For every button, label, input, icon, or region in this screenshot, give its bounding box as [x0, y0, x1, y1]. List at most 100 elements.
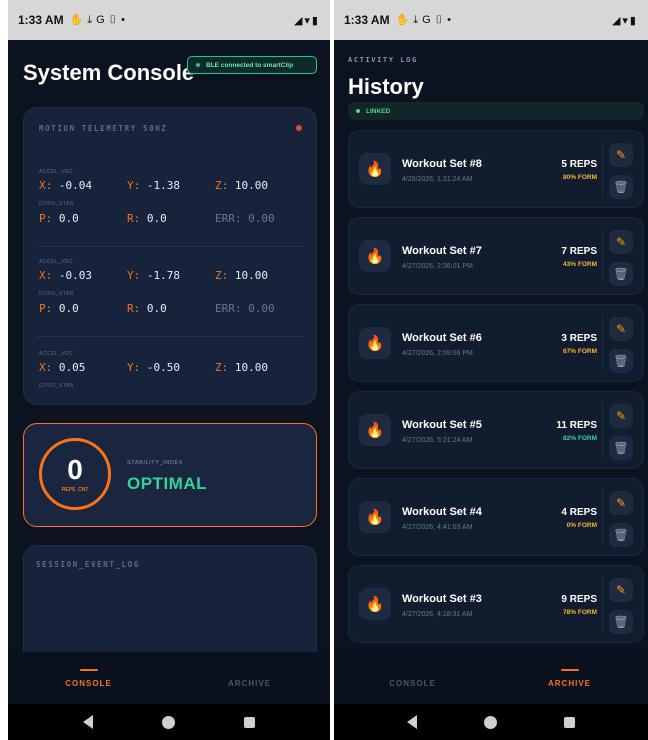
system-nav-bar	[8, 704, 330, 740]
reps-count: 0	[67, 453, 83, 485]
flame-icon: 🔥	[359, 414, 391, 446]
section-label: ACTIVITY LOG	[348, 56, 418, 64]
pencil-icon[interactable]: ✎	[609, 491, 633, 515]
workout-date: 4/27/2026, 4:18:31 AM	[402, 611, 473, 618]
bottom-tab-bar: CONSOLE ARCHIVE	[334, 652, 648, 704]
workout-name: Workout Set #4	[402, 506, 482, 518]
flame-icon: 🔥	[359, 240, 391, 272]
system-status-icons: ◢▾▮	[293, 14, 320, 27]
pencil-icon[interactable]: ✎	[609, 230, 633, 254]
trash-icon[interactable]: 🗑	[609, 436, 633, 460]
back-icon[interactable]	[407, 715, 418, 729]
workout-card[interactable]: 🔥 Workout Set #8 4/28/2026, 1:21:24 AM 5 RE…	[348, 130, 644, 208]
accel-label: ACCEL_VEC	[39, 169, 74, 175]
card-divider	[602, 402, 603, 458]
link-status-bar: LINKED	[348, 102, 644, 120]
card-divider	[602, 141, 603, 197]
gyro-p: P: 0.0	[39, 212, 79, 225]
workout-name: Workout Set #3	[402, 593, 482, 605]
stability-label: STABILITY_INDEX	[127, 460, 183, 466]
workout-date: 4/27/2026, 4:41:03 AM	[402, 524, 473, 531]
home-icon[interactable]	[483, 715, 497, 729]
ble-status-badge: BLE connected to smartClip	[187, 56, 317, 74]
tab-console[interactable]: CONSOLE	[334, 652, 491, 704]
flame-icon: 🔥	[359, 327, 391, 359]
tab-indicator	[560, 668, 579, 671]
workout-name: Workout Set #5	[402, 419, 482, 431]
recents-icon[interactable]	[244, 716, 256, 728]
pencil-icon[interactable]: ✎	[609, 578, 633, 602]
workout-card[interactable]: 🔥 Workout Set #7 4/27/2026, 2:36:01 PM 7 RE…	[348, 217, 644, 295]
telemetry-row: ACCEL_VEC X: -0.04 Y: -1.38 Z: 10.00 GYR…	[24, 166, 318, 246]
card-divider	[602, 576, 603, 632]
accel-z: Z: 10.00	[215, 361, 268, 374]
back-icon[interactable]	[82, 715, 93, 729]
tab-label: CONSOLE	[389, 678, 436, 688]
recents-icon[interactable]	[563, 716, 575, 728]
workout-card[interactable]: 🔥 Workout Set #5 4/27/2026, 5:21:24 AM 11 R…	[348, 391, 644, 469]
gyro-p: P: 0.0	[39, 302, 79, 315]
notification-icons: ✋⤓G▯•	[395, 14, 455, 26]
gyro-label: GYRO_STAB	[39, 383, 74, 389]
pencil-icon[interactable]: ✎	[609, 143, 633, 167]
workout-reps: 5 REPS	[561, 159, 597, 170]
workout-form: 82% FORM	[563, 435, 597, 442]
console-screen: 1:33 AM ✋⤓G▯• ◢▾▮ System Console BLE con…	[8, 0, 330, 740]
tab-label: ARCHIVE	[227, 678, 271, 688]
workout-reps: 3 REPS	[561, 333, 597, 344]
workout-date: 4/28/2026, 1:21:24 AM	[402, 176, 473, 183]
accel-z: Z: 10.00	[215, 179, 268, 192]
trash-icon[interactable]: 🗑	[609, 349, 633, 373]
status-bar: 1:33 AM ✋⤓G▯• ◢▾▮	[334, 0, 648, 40]
workout-name: Workout Set #6	[402, 332, 482, 344]
workout-date: 4/27/2026, 5:21:24 AM	[402, 437, 473, 444]
workout-card[interactable]: 🔥 Workout Set #6 4/27/2026, 2:09:06 PM 3 RE…	[348, 304, 644, 382]
tab-label: CONSOLE	[65, 678, 112, 688]
status-bar: 1:33 AM ✋⤓G▯• ◢▾▮	[8, 0, 330, 40]
workout-reps: 11 REPS	[556, 420, 597, 431]
history-screen: 1:33 AM ✋⤓G▯• ◢▾▮ ACTIVITY LOG History L…	[334, 0, 648, 740]
reps-label: REPS_CNT	[61, 486, 89, 493]
page-title: System Console	[23, 60, 195, 85]
workout-date: 4/27/2026, 2:36:01 PM	[402, 263, 473, 270]
gyro-label: GYRO_STAB	[39, 201, 74, 207]
status-time: 1:33 AM	[344, 13, 390, 27]
workout-reps: 9 REPS	[561, 594, 597, 605]
trash-icon[interactable]: 🗑	[609, 523, 633, 547]
flame-icon: 🔥	[359, 501, 391, 533]
pencil-icon[interactable]: ✎	[609, 404, 633, 428]
accel-z: Z: 10.00	[215, 269, 268, 282]
tab-indicator	[241, 669, 259, 671]
accel-y: Y: -1.78	[127, 269, 180, 282]
bottom-tab-bar: CONSOLE ARCHIVE	[8, 652, 330, 704]
row-divider	[36, 336, 304, 337]
trash-icon[interactable]: 🗑	[609, 262, 633, 286]
tab-archive[interactable]: ARCHIVE	[169, 652, 330, 704]
home-icon[interactable]	[161, 715, 175, 729]
tab-indicator	[404, 669, 422, 671]
trash-icon[interactable]: 🗑	[609, 175, 633, 199]
telemetry-heading: MOTION TELEMETRY 50HZ	[39, 124, 168, 133]
gyro-r: R: 0.0	[127, 302, 167, 315]
pencil-icon[interactable]: ✎	[609, 317, 633, 341]
reps-counter-ring: 0 REPS_CNT	[39, 438, 111, 510]
event-log-card: SESSION_EVENT_LOG	[23, 545, 317, 665]
gyro-err: ERR: 0.00	[215, 212, 275, 225]
card-divider	[602, 489, 603, 545]
workout-reps: 7 REPS	[561, 246, 597, 257]
workout-card[interactable]: 🔥 Workout Set #3 4/27/2026, 4:18:31 AM 9 RE…	[348, 565, 644, 643]
trash-icon[interactable]: 🗑	[609, 610, 633, 634]
tab-archive[interactable]: ARCHIVE	[491, 652, 648, 704]
connected-dot-icon	[196, 63, 200, 67]
accel-label: ACCEL_VEC	[39, 351, 74, 357]
notification-icons: ✋⤓G▯•	[69, 14, 129, 26]
accel-x: X: -0.03	[39, 269, 92, 282]
workout-date: 4/27/2026, 2:09:06 PM	[402, 350, 473, 357]
telemetry-row: ACCEL_VEC X: -0.03 Y: -1.78 Z: 10.00 GYR…	[24, 256, 318, 336]
tab-console[interactable]: CONSOLE	[8, 652, 169, 704]
workout-card[interactable]: 🔥 Workout Set #4 4/27/2026, 4:41:03 AM 4 RE…	[348, 478, 644, 556]
workout-form: 80% FORM	[563, 174, 597, 181]
status-time: 1:33 AM	[18, 13, 64, 27]
system-nav-bar	[334, 704, 648, 740]
event-log-heading: SESSION_EVENT_LOG	[36, 560, 140, 569]
